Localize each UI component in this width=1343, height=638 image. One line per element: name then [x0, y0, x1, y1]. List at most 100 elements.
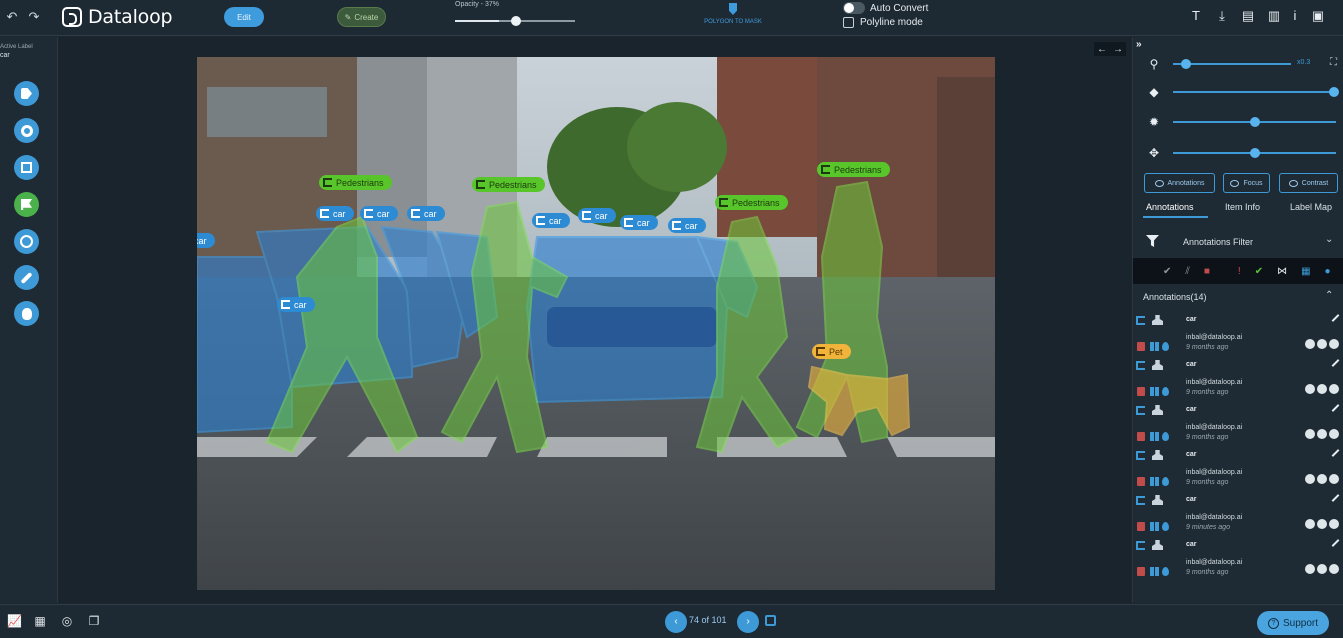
target-icon[interactable]: ◎ [60, 614, 74, 628]
toggle-switch[interactable] [843, 2, 865, 14]
slider-handle[interactable] [1250, 148, 1260, 158]
brush-tool-button[interactable] [14, 265, 39, 290]
auto-convert-toggle[interactable]: Auto Convert [843, 2, 928, 14]
opacity-slider-handle[interactable] [511, 16, 521, 26]
create-mode-button[interactable]: ✎ Create [337, 7, 386, 27]
annotation-label-pedestrians[interactable]: Pedestrians [817, 162, 890, 177]
edit-icon[interactable] [1331, 494, 1340, 502]
annotation-label-pet[interactable]: Pet [812, 344, 851, 359]
annotation-list-item[interactable]: car inbal@dataloop.ai 9 months ago [1133, 404, 1343, 449]
check-all-icon[interactable]: ✔ [1163, 266, 1171, 277]
annotation-list-item[interactable]: car inbal@dataloop.ai 9 months ago [1133, 314, 1343, 359]
annotation-list-item[interactable]: car inbal@dataloop.ai 9 months ago [1133, 449, 1343, 494]
chart-icon[interactable]: 📈 [7, 614, 22, 628]
bug-tool-button[interactable] [14, 301, 39, 326]
info-status-icon[interactable] [1305, 339, 1315, 349]
question-status-icon[interactable] [1317, 384, 1327, 394]
annotation-label-pedestrians[interactable]: Pedestrians [319, 175, 392, 190]
drop-icon[interactable] [1162, 387, 1169, 396]
save-icon[interactable]: ▣ [1309, 7, 1327, 25]
question-status-icon[interactable] [1317, 339, 1327, 349]
focus-view-button[interactable]: Focus [1223, 173, 1270, 193]
annotation-label-car[interactable]: car [277, 297, 315, 312]
next-item-button[interactable]: › [737, 611, 759, 633]
grid-icon[interactable] [1150, 522, 1159, 531]
approve-status-icon[interactable] [1329, 339, 1339, 349]
annotations-filter[interactable]: Annotations Filter ⌄ [1133, 228, 1343, 256]
info-status-icon[interactable] [1305, 519, 1315, 529]
annotation-label-car[interactable]: car [407, 206, 445, 221]
edit-icon[interactable] [1331, 449, 1340, 457]
download-icon[interactable]: ⤓ [1213, 7, 1231, 25]
brightness-slider[interactable]: ✹ [1147, 115, 1342, 129]
zoom-slider[interactable]: ⚲ x0.3 [1147, 57, 1342, 71]
text-icon[interactable]: T [1187, 7, 1205, 25]
drop-icon[interactable] [1162, 342, 1169, 351]
nodes-icon[interactable]: ⋈ [1277, 266, 1287, 277]
grid-icon[interactable] [1150, 432, 1159, 441]
tag-tool-button[interactable] [14, 81, 39, 106]
question-status-icon[interactable] [1317, 519, 1327, 529]
point-tool-button[interactable] [14, 118, 39, 143]
approve-status-icon[interactable] [1329, 519, 1339, 529]
fit-screen-icon[interactable]: ⛶ [1330, 57, 1337, 68]
classification-tool-button[interactable] [14, 192, 39, 217]
redo-icon[interactable]: ↷ [26, 9, 42, 25]
street-crossing-image[interactable]: Pedestrians Pedestrians Pedestrians Pede… [197, 57, 995, 590]
question-status-icon[interactable] [1317, 429, 1327, 439]
info-status-icon[interactable] [1305, 384, 1315, 394]
edit-icon[interactable] [1331, 314, 1340, 322]
annotation-label-car[interactable]: car [360, 206, 398, 221]
polygon-to-mask-tool[interactable]: POLYGON TO MASK [700, 2, 766, 32]
annotation-label-car[interactable]: car [532, 213, 570, 228]
chevron-down-icon[interactable]: ⌄ [1325, 234, 1333, 245]
annotations-view-button[interactable]: Annotations [1144, 173, 1215, 193]
support-button[interactable]: ? Support [1257, 611, 1329, 635]
annotation-label-car[interactable]: car [578, 208, 616, 223]
annotation-label-car[interactable]: car [316, 206, 354, 221]
drop-icon[interactable] [1162, 432, 1169, 441]
annotation-label-car[interactable]: car [197, 233, 215, 248]
tab-item-info[interactable]: Item Info [1225, 202, 1260, 212]
edit-icon[interactable] [1331, 539, 1340, 547]
polyline-mode-option[interactable]: Polyline mode [843, 17, 923, 28]
box-tool-button[interactable] [14, 155, 39, 180]
grid-icon[interactable] [1150, 387, 1159, 396]
annotation-list-item[interactable]: car inbal@dataloop.ai 9 minutes ago [1133, 494, 1343, 539]
previous-item-button[interactable]: ‹ [665, 611, 687, 633]
info-icon[interactable]: i [1286, 7, 1304, 25]
copy-icon[interactable]: ❐ [87, 614, 101, 628]
arrow-right-icon[interactable]: → [1113, 44, 1123, 55]
annotation-label-pedestrians[interactable]: Pedestrians [472, 177, 545, 192]
annotation-list-item[interactable]: car inbal@dataloop.ai 9 months ago [1133, 359, 1343, 404]
approve-icon[interactable]: ✔ [1255, 266, 1263, 277]
question-status-icon[interactable] [1317, 564, 1327, 574]
delete-icon[interactable] [1137, 387, 1145, 396]
delete-icon[interactable] [1137, 477, 1145, 486]
polyline-checkbox[interactable] [843, 17, 854, 28]
tab-label-map[interactable]: Label Map [1290, 202, 1332, 212]
contrast-slider[interactable]: ✥ [1147, 146, 1342, 160]
file-icon[interactable]: ▥ [1265, 7, 1283, 25]
collapse-panel-icon[interactable]: » [1136, 39, 1142, 50]
info-status-icon[interactable] [1305, 564, 1315, 574]
annotation-label-car[interactable]: car [620, 215, 658, 230]
approve-status-icon[interactable] [1329, 564, 1339, 574]
edit-icon[interactable] [1331, 359, 1340, 367]
annotation-canvas[interactable]: Pedestrians Pedestrians Pedestrians Pede… [59, 37, 1131, 603]
grid-icon[interactable] [1150, 342, 1159, 351]
grid-icon[interactable] [1150, 567, 1159, 576]
slider-handle[interactable] [1250, 117, 1260, 127]
edit-icon[interactable] [1331, 404, 1340, 412]
export-icon[interactable]: ▤ [1239, 7, 1257, 25]
info-status-icon[interactable] [1305, 474, 1315, 484]
annotation-label-car[interactable]: car [668, 218, 706, 233]
drop-icon[interactable]: ● [1325, 266, 1331, 277]
grid-icon[interactable] [1150, 477, 1159, 486]
tab-annotations[interactable]: Annotations [1146, 202, 1194, 212]
ellipse-tool-button[interactable] [14, 229, 39, 254]
contrast-view-button[interactable]: Contrast [1279, 173, 1338, 193]
slider-handle[interactable] [1181, 59, 1191, 69]
question-status-icon[interactable] [1317, 474, 1327, 484]
approve-status-icon[interactable] [1329, 384, 1339, 394]
